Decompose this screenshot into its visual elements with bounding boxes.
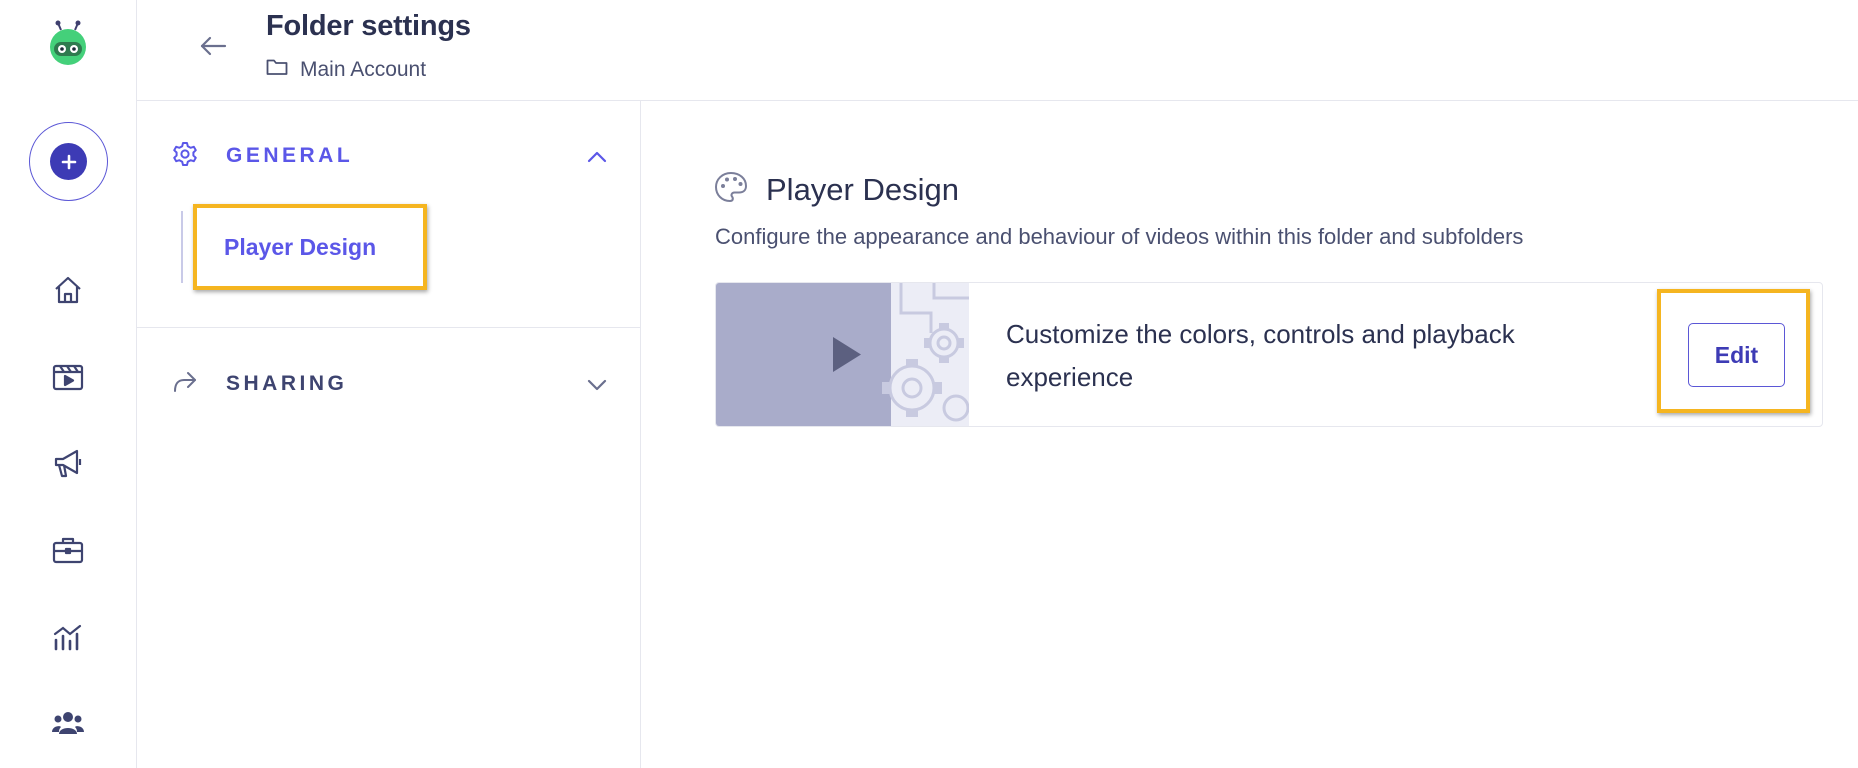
player-preview-thumbnail <box>716 283 969 426</box>
share-icon <box>172 370 198 399</box>
megaphone-icon[interactable] <box>48 443 88 483</box>
sharing-section-label: SHARING <box>226 372 348 395</box>
app-logo[interactable] <box>45 20 91 68</box>
briefcase-icon[interactable] <box>48 530 88 570</box>
folder-icon <box>266 58 288 82</box>
videos-icon[interactable] <box>48 357 88 397</box>
palette-icon <box>714 171 748 208</box>
nav-item-player-design[interactable]: Player Design <box>193 204 427 290</box>
breadcrumb[interactable]: Main Account <box>266 58 426 82</box>
chevron-up-icon[interactable] <box>582 142 612 172</box>
create-button[interactable] <box>29 122 108 201</box>
main-content: Player Design Configure the appearance a… <box>641 101 1858 768</box>
nav-tree-line <box>181 211 183 283</box>
player-design-title: Player Design <box>766 171 959 207</box>
general-section-label: GENERAL <box>226 144 354 167</box>
app-sidebar <box>0 0 137 768</box>
page-header: Folder settings Main Account <box>137 0 1858 101</box>
plus-icon <box>50 143 87 180</box>
sharing-section-header[interactable]: SHARING <box>172 364 612 404</box>
team-icon[interactable] <box>48 703 88 743</box>
analytics-icon[interactable] <box>48 617 88 657</box>
section-divider <box>137 327 641 328</box>
breadcrumb-label: Main Account <box>300 58 427 81</box>
arrow-left-icon <box>200 36 227 56</box>
gear-icon <box>172 141 198 172</box>
player-design-card: Customize the colors, controls and playb… <box>715 282 1823 427</box>
settings-nav: GENERAL Player Design SHARING <box>137 101 641 768</box>
chevron-down-icon[interactable] <box>582 370 612 400</box>
section-title: Player Design <box>714 171 959 208</box>
back-button[interactable] <box>195 28 231 64</box>
player-design-card-text: Customize the colors, controls and playb… <box>1006 319 1515 392</box>
home-icon[interactable] <box>48 270 88 310</box>
player-design-description: Configure the appearance and behaviour o… <box>715 224 1524 249</box>
general-section-header[interactable]: GENERAL <box>172 136 612 176</box>
edit-button[interactable]: Edit <box>1688 323 1785 387</box>
edit-highlight: Edit <box>1657 289 1810 413</box>
page-title: Folder settings <box>266 10 471 42</box>
